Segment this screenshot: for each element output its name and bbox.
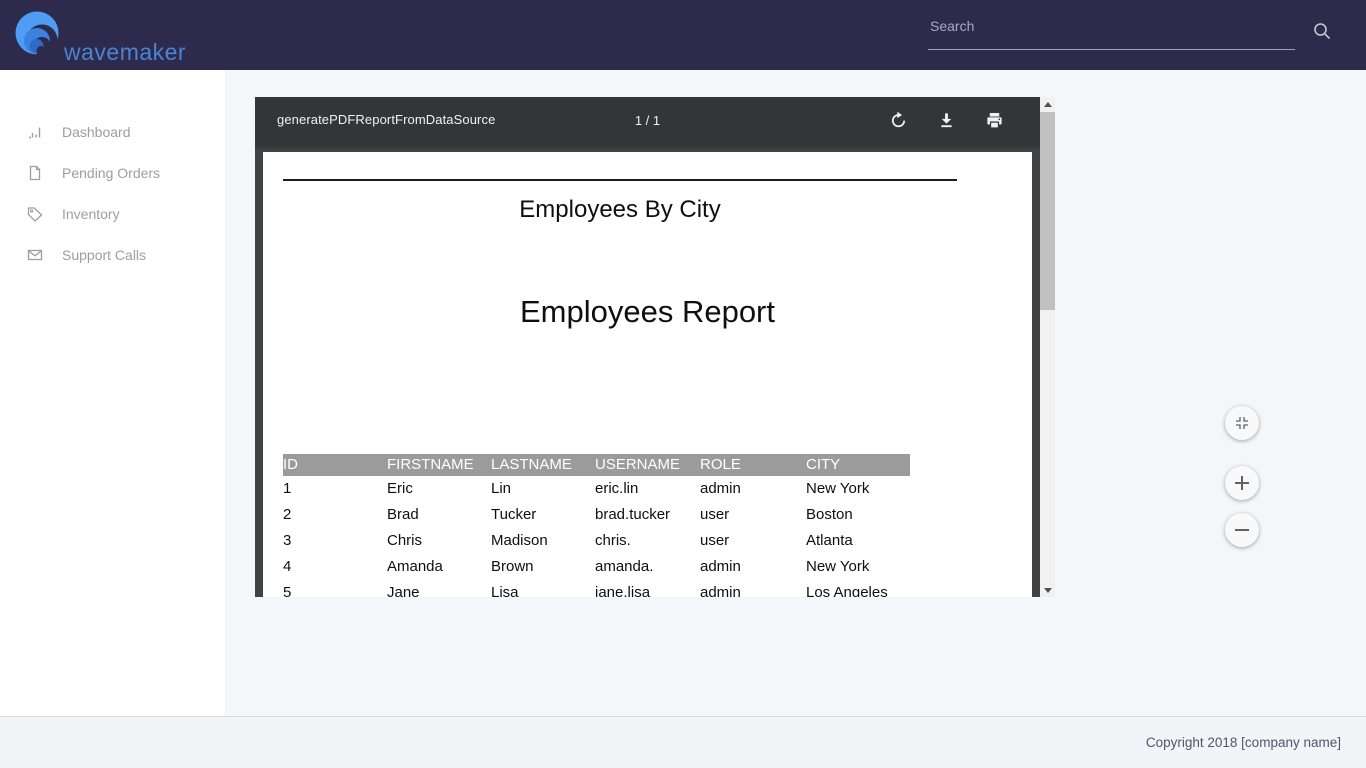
pdf-page-area: Employees By City Employees Report ID FI…	[255, 143, 1040, 597]
table-header-cell: FIRSTNAME	[387, 454, 491, 476]
table-row: 4 Amanda Brown amanda. admin New York	[283, 554, 910, 580]
copyright-text: Copyright 2018 [company name]	[1146, 717, 1341, 768]
zoom-out-icon	[1234, 522, 1250, 538]
pdf-toolbar-actions	[889, 97, 1004, 143]
table-cell: Amanda	[387, 554, 491, 580]
sidebar-item-label: Inventory	[62, 206, 120, 222]
app-header: wavemaker	[0, 0, 1366, 70]
table-cell: 2	[283, 502, 387, 528]
document-icon	[27, 165, 43, 181]
download-icon[interactable]	[937, 111, 956, 130]
table-cell: 5	[283, 580, 387, 597]
sidebar-item-label: Dashboard	[62, 124, 131, 140]
table-cell: user	[700, 502, 806, 528]
table-cell: user	[700, 528, 806, 554]
tag-icon	[27, 206, 43, 222]
sidebar-item-label: Pending Orders	[62, 165, 160, 181]
table-cell: Brad	[387, 502, 491, 528]
table-cell: Lin	[491, 476, 595, 502]
report-title: Employees Report	[263, 294, 1032, 330]
table-cell: 3	[283, 528, 387, 554]
table-row: 2 Brad Tucker brad.tucker user Boston	[283, 502, 910, 528]
table-cell: New York	[806, 554, 910, 580]
table-cell: 4	[283, 554, 387, 580]
scroll-up-icon[interactable]	[1040, 97, 1055, 112]
document-header-title: Employees By City	[283, 196, 957, 224]
table-cell: admin	[700, 476, 806, 502]
table-cell: New York	[806, 476, 910, 502]
table-cell: eric.lin	[595, 476, 700, 502]
sidebar-item-label: Support Calls	[62, 247, 146, 263]
document-divider	[283, 179, 957, 181]
search-icon[interactable]	[1312, 21, 1332, 41]
pdf-scrollbar[interactable]	[1040, 97, 1055, 597]
search-input[interactable]	[928, 12, 1295, 50]
table-header-cell: ID	[283, 454, 387, 476]
table-row: 1 Eric Lin eric.lin admin New York	[283, 476, 910, 502]
scroll-down-icon[interactable]	[1040, 582, 1055, 597]
bar-chart-icon	[27, 124, 43, 140]
table-header-cell: CITY	[806, 454, 910, 476]
table-cell: admin	[700, 554, 806, 580]
table-header-cell: USERNAME	[595, 454, 700, 476]
pdf-viewer: 1 / 1 generatePDFReportFromDataSource Em…	[255, 97, 1055, 597]
table-cell: Eric	[387, 476, 491, 502]
fit-to-page-button[interactable]	[1225, 406, 1259, 440]
table-header-cell: ROLE	[700, 454, 806, 476]
mail-icon	[27, 247, 43, 263]
zoom-in-button[interactable]	[1225, 466, 1259, 500]
print-icon[interactable]	[985, 111, 1004, 130]
pdf-page: Employees By City Employees Report ID FI…	[263, 152, 1032, 597]
table-header-cell: LASTNAME	[491, 454, 595, 476]
table-cell: brad.tucker	[595, 502, 700, 528]
table-row: 3 Chris Madison chris. user Atlanta	[283, 528, 910, 554]
pdf-document-title: generatePDFReportFromDataSource	[277, 97, 495, 143]
table-cell: Brown	[491, 554, 595, 580]
table-cell: Chris	[387, 528, 491, 554]
brand-name: wavemaker	[64, 39, 186, 66]
table-cell: Atlanta	[806, 528, 910, 554]
app-footer: Copyright 2018 [company name]	[0, 716, 1366, 768]
table-cell: chris.	[595, 528, 700, 554]
table-cell: amanda.	[595, 554, 700, 580]
scrollbar-thumb[interactable]	[1040, 112, 1055, 310]
fit-to-page-icon	[1234, 415, 1250, 431]
sidebar-item-dashboard[interactable]: Dashboard	[0, 111, 225, 152]
table-cell: 1	[283, 476, 387, 502]
search-box	[928, 12, 1295, 50]
table-cell: Lisa	[491, 580, 595, 597]
table-cell: jane.lisa	[595, 580, 700, 597]
table-cell: admin	[700, 580, 806, 597]
employees-table: ID FIRSTNAME LASTNAME USERNAME ROLE CITY…	[283, 454, 910, 597]
rotate-icon[interactable]	[889, 111, 908, 130]
sidebar-nav: Dashboard Pending Orders Inventory Suppo…	[0, 70, 225, 275]
table-header-row: ID FIRSTNAME LASTNAME USERNAME ROLE CITY	[283, 454, 910, 476]
table-cell: Jane	[387, 580, 491, 597]
brand-logo[interactable]: wavemaker	[14, 8, 234, 64]
pdf-toolbar: 1 / 1 generatePDFReportFromDataSource	[255, 97, 1040, 143]
zoom-in-icon	[1234, 475, 1250, 491]
sidebar-item-inventory[interactable]: Inventory	[0, 193, 225, 234]
table-row: 5 Jane Lisa jane.lisa admin Los Angeles	[283, 580, 910, 597]
wavemaker-logo-icon	[14, 10, 63, 59]
sidebar-item-pending-orders[interactable]: Pending Orders	[0, 152, 225, 193]
table-cell: Los Angeles	[806, 580, 910, 597]
sidebar: Dashboard Pending Orders Inventory Suppo…	[0, 70, 226, 716]
table-cell: Tucker	[491, 502, 595, 528]
table-cell: Boston	[806, 502, 910, 528]
table-cell: Madison	[491, 528, 595, 554]
sidebar-item-support-calls[interactable]: Support Calls	[0, 234, 225, 275]
zoom-out-button[interactable]	[1225, 513, 1259, 547]
